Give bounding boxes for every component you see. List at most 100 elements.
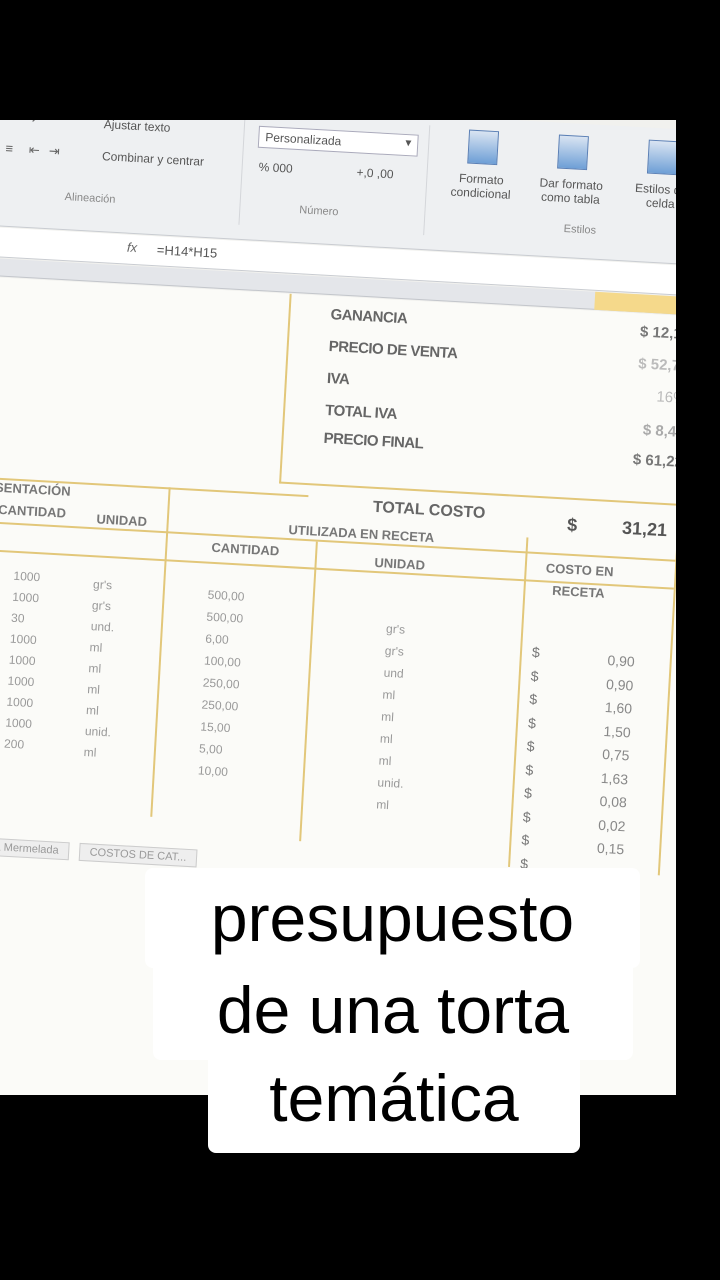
video-caption: presupuesto de una torta temática <box>0 868 720 1178</box>
table-cell[interactable]: 15,00 <box>200 719 231 735</box>
cost-value[interactable]: 1,50 <box>570 721 631 739</box>
table-cell[interactable]: unid. <box>85 724 112 739</box>
col-header-cantidad: CANTIDAD <box>0 501 67 521</box>
costo-header-line1: COSTO EN <box>545 560 614 580</box>
col-header-cantidad: CANTIDAD <box>211 539 280 559</box>
outdent-icon[interactable]: ⇥ <box>47 143 62 159</box>
summary-box: GANANCIA PRECIO DE VENTA IVA TOTAL IVA P… <box>279 293 676 508</box>
currency-symbol: $ <box>522 808 532 825</box>
table-cell[interactable]: unid. <box>377 775 404 790</box>
summary-value[interactable]: $ 12,18 <box>590 321 676 343</box>
table-cell[interactable]: ml <box>89 640 102 655</box>
table-cell[interactable]: 30 <box>11 611 25 626</box>
format-table-icon <box>557 134 589 171</box>
table-cell[interactable]: 6,00 <box>205 632 229 647</box>
summary-label: TOTAL IVA <box>324 401 398 423</box>
table-cell[interactable]: gr's <box>93 577 113 592</box>
align-icon[interactable]: ≡ <box>4 120 19 124</box>
table-border <box>150 487 171 817</box>
summary-value[interactable]: $ 52,78 <box>588 353 676 375</box>
fx-icon[interactable]: fx <box>127 240 138 256</box>
sheet-tab[interactable]: COSTOS DE CAT... <box>78 842 198 868</box>
currency-symbol: $ <box>521 831 530 848</box>
cost-value[interactable]: 0,90 <box>574 650 635 669</box>
table-cell[interactable]: 250,00 <box>201 697 238 713</box>
cell-styles-button[interactable]: Estilos de celda <box>615 138 676 213</box>
table-cell[interactable]: ml <box>88 661 101 676</box>
table-cell[interactable]: ml <box>378 753 391 768</box>
caption-line: temática <box>208 1048 580 1153</box>
currency-symbol: $ <box>525 761 534 778</box>
summary-label: PRECIO DE VENTA <box>328 338 458 363</box>
number-group-label: Número <box>299 204 339 219</box>
summary-label: PRECIO FINAL <box>323 429 424 453</box>
cost-value[interactable]: 1,63 <box>568 768 628 786</box>
currency-symbol: $ <box>531 643 541 661</box>
number-format-value: Personalizada <box>264 130 342 149</box>
table-cell[interactable]: gr's <box>385 644 405 659</box>
table-cell[interactable]: 1000 <box>6 695 33 710</box>
cost-value[interactable]: 1,60 <box>572 697 632 716</box>
number-percent-button[interactable]: % 000 <box>258 160 293 176</box>
alignment-group-label: Alineación <box>64 191 116 206</box>
total-cost-value[interactable]: 31,21 <box>622 518 668 541</box>
table-cell[interactable]: ml <box>83 745 96 760</box>
currency-symbol: $ <box>523 784 533 802</box>
format-as-table-button[interactable]: Dar formato como tabla <box>525 133 619 208</box>
table-cell[interactable]: 1000 <box>13 569 40 584</box>
table-cell[interactable]: 100,00 <box>204 654 241 670</box>
table-cell[interactable]: 200 <box>4 737 25 752</box>
cost-value[interactable]: 0,08 <box>566 791 627 810</box>
cost-value[interactable]: 0,75 <box>569 744 630 763</box>
summary-value[interactable]: 16% <box>586 384 676 407</box>
table-cell[interactable]: 1000 <box>8 653 35 668</box>
table-cell[interactable]: 5,00 <box>199 741 223 756</box>
table-cell[interactable]: 1000 <box>7 674 34 689</box>
table-cell[interactable]: ml <box>86 703 99 718</box>
align-center-icon[interactable]: ≡ <box>2 141 17 157</box>
table-cell[interactable]: 1000 <box>10 632 37 647</box>
conditional-format-button[interactable]: Formato condicional <box>435 128 529 203</box>
currency-symbol: $ <box>530 667 539 684</box>
table-cell[interactable]: und <box>383 666 404 681</box>
cost-value[interactable]: 0,15 <box>564 838 625 857</box>
decimal-buttons[interactable]: +,0 ,00 <box>356 165 394 181</box>
currency-symbol: $ <box>526 737 536 755</box>
indent-icon[interactable]: ⇤ <box>27 142 42 158</box>
caption-line: de una torta <box>153 960 633 1060</box>
chevron-down-icon: ▼ <box>403 137 414 150</box>
currency-symbol: $ <box>527 714 537 731</box>
summary-label: IVA <box>326 369 350 389</box>
table-cell[interactable]: 1000 <box>5 716 32 731</box>
sheet-tab[interactable]: costo torta Mermelada <box>0 835 71 861</box>
cell-styles-label-2: celda <box>645 195 676 212</box>
cost-value[interactable]: 0,90 <box>573 674 634 693</box>
cost-value[interactable]: 0,02 <box>565 814 626 833</box>
table-cell[interactable]: ml <box>380 732 393 747</box>
wrap-text-button[interactable]: Ajustar texto <box>103 120 170 135</box>
merge-center-button[interactable]: Combinar y centrar <box>102 149 205 169</box>
formula-input[interactable]: =H14*H15 <box>157 242 218 260</box>
table-cell[interactable]: ml <box>376 797 389 812</box>
table-cell[interactable]: 1000 <box>12 590 39 605</box>
total-cost-currency: $ <box>566 514 578 536</box>
table-cell[interactable]: 250,00 <box>202 676 239 692</box>
number-format-select[interactable]: Personalizada ▼ <box>257 125 419 157</box>
table-cell[interactable]: und. <box>90 619 114 634</box>
currency-symbol: $ <box>528 690 538 708</box>
orientation-icon[interactable]: ↗ <box>29 120 44 126</box>
table-border <box>299 541 318 842</box>
table-cell[interactable]: gr's <box>386 622 406 637</box>
table-cell[interactable]: 500,00 <box>206 610 243 626</box>
caption-line: presupuesto <box>145 868 640 968</box>
table-cell[interactable]: gr's <box>92 598 112 613</box>
table-cell[interactable]: ml <box>381 710 394 725</box>
sheet-tabs: costo torta Mermelada COSTOS DE CAT... <box>0 835 204 868</box>
summary-value[interactable]: $ 8,44 <box>584 418 676 441</box>
table-cell[interactable]: 500,00 <box>207 588 244 604</box>
summary-value[interactable]: $ 61,22 <box>583 448 676 471</box>
cell-styles-icon <box>646 139 676 176</box>
table-cell[interactable]: 10,00 <box>198 763 229 779</box>
table-cell[interactable]: ml <box>87 682 100 697</box>
table-cell[interactable]: ml <box>382 688 395 703</box>
